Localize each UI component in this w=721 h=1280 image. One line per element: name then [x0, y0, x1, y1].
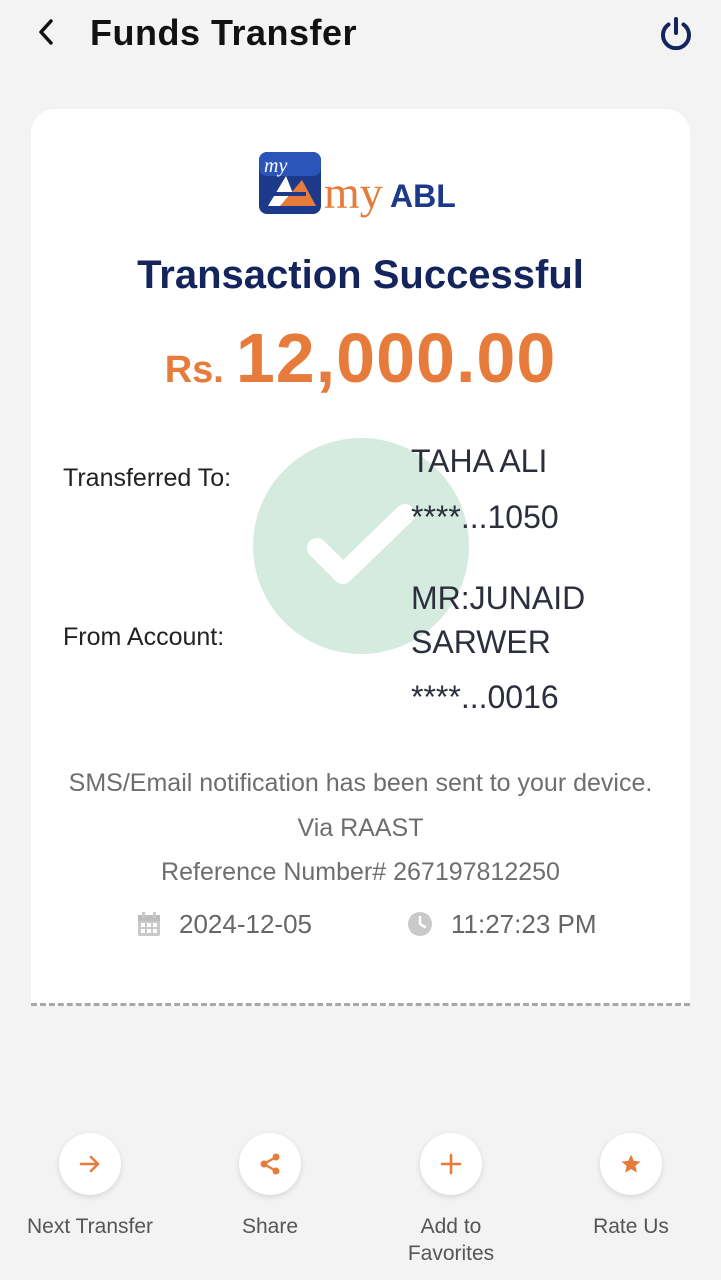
rate-us-label: Rate Us: [593, 1215, 669, 1238]
add-to-favorites-label: Add to Favorites: [408, 1213, 494, 1267]
logout-button[interactable]: [656, 14, 696, 54]
sender-account: ****...0016: [411, 679, 559, 715]
recipient-account: ****...1050: [411, 499, 559, 535]
star-icon: [621, 1154, 641, 1173]
amount-value: 12,000.00: [235, 319, 557, 397]
logo-word-abl: ABL: [390, 178, 456, 214]
logo-word-my: my: [324, 167, 383, 218]
rate-us-action: Rate Us: [551, 1133, 711, 1240]
date-value: 2024-12-05: [179, 908, 312, 939]
transaction-date: 2024-12-05: [137, 904, 312, 944]
share-action: Share: [190, 1133, 350, 1240]
check-icon: [307, 504, 415, 584]
receipt-perforation: [31, 1003, 690, 1006]
next-transfer-action: Next Transfer: [10, 1133, 170, 1240]
currency-label: Rs.: [164, 349, 224, 391]
sender-name-line2: SARWER: [411, 624, 551, 660]
recipient-name: TAHA ALI: [411, 443, 548, 479]
page-title: Funds Transfer: [90, 12, 358, 53]
share-icon: [260, 1153, 280, 1175]
calendar-icon: [138, 912, 160, 936]
transaction-time: 11:27:23 PM: [407, 904, 597, 944]
transferred-to-label: Transferred To:: [63, 464, 232, 492]
next-transfer-label: Next Transfer: [26, 1215, 154, 1238]
reference-number: Reference Number# 267197812250: [161, 858, 560, 886]
time-value: 11:27:23 PM: [451, 908, 597, 939]
add-to-favorites-button[interactable]: [420, 1133, 482, 1195]
next-transfer-button[interactable]: [59, 1133, 121, 1195]
back-button[interactable]: [28, 12, 64, 52]
share-button[interactable]: [239, 1133, 301, 1195]
rate-us-button[interactable]: [600, 1133, 662, 1195]
share-label: Share: [241, 1215, 299, 1238]
plus-icon: [440, 1153, 462, 1175]
from-account-label: From Account:: [63, 623, 225, 651]
myabl-logo: my my ABL: [258, 150, 468, 224]
notification-text: SMS/Email notification has been sent to …: [68, 769, 653, 797]
transfer-amount: Rs. 12,000.00: [31, 318, 690, 398]
clock-icon: [408, 912, 432, 936]
top-app-bar: Funds Transfer: [0, 0, 721, 72]
add-to-favorites-action: Add to Favorites: [371, 1133, 531, 1267]
add-to-favorites-label-line1: Add to: [420, 1215, 482, 1238]
sender-name-line1: MR:JUNAID: [411, 580, 586, 616]
chevron-left-icon: [39, 19, 53, 45]
add-to-favorites-label-line2: Favorites: [407, 1242, 495, 1265]
transaction-status: Transaction Successful: [137, 253, 584, 297]
logo-badge-text: my: [264, 155, 287, 177]
via-text: Via RAAST: [297, 814, 424, 842]
power-icon: [661, 17, 691, 51]
arrow-right-icon: [79, 1155, 100, 1173]
